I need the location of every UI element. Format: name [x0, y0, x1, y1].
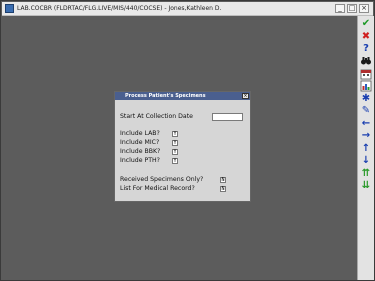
page-down-icon[interactable]: ⇊: [360, 180, 372, 192]
close-window-button[interactable]: ×: [359, 4, 369, 13]
received-specimens-only-label: Received Specimens Only?: [120, 176, 204, 183]
maximize-button[interactable]: □: [347, 4, 357, 13]
include-lab-field[interactable]: Y: [172, 131, 178, 137]
process-specimens-dialog: Process Patient's Specimens × Start At C…: [114, 91, 251, 202]
arrow-left-icon[interactable]: ←: [360, 118, 372, 130]
dialog-title-bar: Process Patient's Specimens ×: [115, 92, 250, 100]
page-up-icon[interactable]: ⇈: [360, 168, 372, 180]
list-for-medical-record-label: List For Medical Record?: [120, 185, 195, 192]
right-toolbar: ✔ ✖ ? ✱ ✎ ← → ↑ ↓ ⇈ ⇊: [357, 16, 374, 280]
dialog-title: Process Patient's Specimens: [125, 93, 206, 99]
include-lab-label: Include LAB?: [120, 130, 160, 137]
report-chart-icon[interactable]: [360, 80, 372, 92]
arrow-down-icon[interactable]: ↓: [360, 155, 372, 167]
include-bbk-field[interactable]: Y: [172, 149, 178, 155]
include-bbk-label: Include BBK?: [120, 148, 161, 155]
star-icon[interactable]: ✱: [360, 93, 372, 105]
edit-pencil-icon[interactable]: ✎: [360, 105, 372, 117]
start-collection-date-input[interactable]: [212, 113, 243, 121]
dialog-close-button[interactable]: ×: [242, 93, 249, 99]
cancel-x-icon[interactable]: ✖: [360, 31, 372, 43]
window-title: LAB.COCBR (FLDRTAC/FLG.LIVE/MIS/440/COCS…: [17, 5, 222, 12]
include-pth-label: Include PTH?: [120, 157, 160, 164]
include-mic-label: Include MIC?: [120, 139, 160, 146]
list-for-medical-record-field[interactable]: N: [220, 186, 226, 192]
received-specimens-only-field[interactable]: N: [220, 177, 226, 183]
help-question-icon[interactable]: ?: [360, 43, 372, 55]
application-window: LAB.COCBR (FLDRTAC/FLG.LIVE/MIS/440/COCS…: [0, 0, 375, 281]
calendar-icon[interactable]: [360, 68, 372, 80]
minimize-button[interactable]: _: [335, 4, 345, 13]
title-bar: LAB.COCBR (FLDRTAC/FLG.LIVE/MIS/440/COCS…: [2, 2, 373, 16]
include-mic-field[interactable]: Y: [172, 140, 178, 146]
include-pth-field[interactable]: Y: [172, 158, 178, 164]
ok-check-icon[interactable]: ✔: [360, 18, 372, 30]
start-collection-date-label: Start At Collection Date: [120, 113, 193, 120]
app-icon: [5, 4, 14, 13]
binoculars-icon[interactable]: [360, 55, 372, 67]
arrow-right-icon[interactable]: →: [360, 130, 372, 142]
arrow-up-icon[interactable]: ↑: [360, 143, 372, 155]
